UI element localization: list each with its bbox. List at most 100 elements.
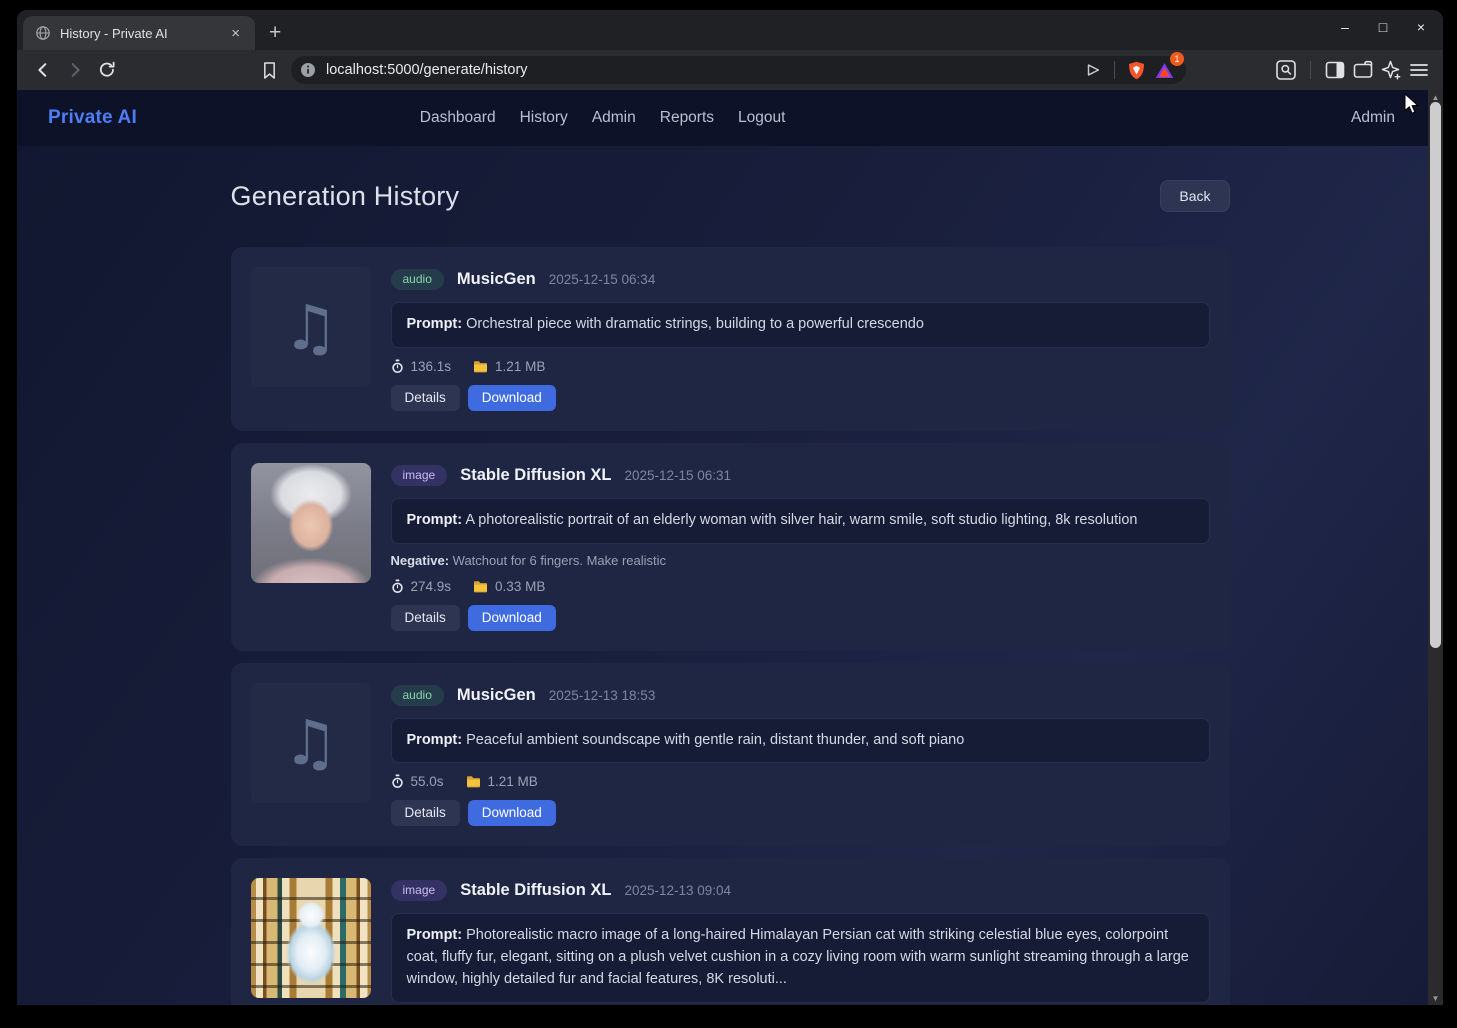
scroll-down-icon[interactable]: ▼ xyxy=(1432,991,1440,1005)
prompt-text: Peaceful ambient soundscape with gentle … xyxy=(466,732,964,748)
prompt-label: Prompt: xyxy=(407,512,463,528)
nav-user-admin[interactable]: Admin xyxy=(1351,109,1395,127)
globe-favicon-icon xyxy=(35,25,51,41)
type-badge: audio xyxy=(391,685,444,706)
generation-card: ♫ audio MusicGen 2025-12-13 18:53 Prompt… xyxy=(231,663,1230,847)
prompt-box: Prompt: Orchestral piece with dramatic s… xyxy=(391,302,1210,348)
nav-link-reports[interactable]: Reports xyxy=(660,109,714,127)
site-info-icon[interactable] xyxy=(300,62,316,78)
tab-strip: History - Private AI × + – □ × xyxy=(17,10,1443,50)
window-minimize-button[interactable]: – xyxy=(1337,19,1353,35)
file-size-value: 0.33 MB xyxy=(495,579,545,594)
scrollbar-thumb[interactable] xyxy=(1430,102,1441,648)
reload-icon[interactable] xyxy=(93,56,121,84)
prompt-text: A photorealistic portrait of an elderly … xyxy=(465,512,1137,528)
brand-logo[interactable]: Private AI xyxy=(48,107,137,129)
url-text: localhost:5000/generate/history xyxy=(326,62,1079,78)
duration-value: 55.0s xyxy=(411,774,444,789)
nav-link-admin[interactable]: Admin xyxy=(592,109,636,127)
negative-label: Negative: xyxy=(391,553,450,568)
sidebar-icon[interactable] xyxy=(1321,56,1349,84)
timestamp: 2025-12-15 06:34 xyxy=(549,272,656,287)
brave-rewards-icon[interactable]: 1 xyxy=(1150,56,1178,84)
details-button[interactable]: Details xyxy=(391,800,460,826)
download-button[interactable]: Download xyxy=(468,605,556,631)
timestamp: 2025-12-13 18:53 xyxy=(549,688,656,703)
model-name: MusicGen xyxy=(457,686,536,705)
wallet-icon[interactable] xyxy=(1349,56,1377,84)
timestamp: 2025-12-13 09:04 xyxy=(624,883,731,898)
details-button[interactable]: Details xyxy=(391,605,460,631)
download-button[interactable]: Download xyxy=(468,385,556,411)
stopwatch-icon xyxy=(391,579,404,594)
type-badge: image xyxy=(391,465,448,486)
folder-icon xyxy=(473,360,488,373)
bookmark-icon[interactable] xyxy=(255,56,283,84)
mouse-cursor xyxy=(1404,93,1421,115)
site-navbar: Private AI Dashboard History Admin Repor… xyxy=(17,90,1443,146)
stopwatch-icon xyxy=(391,774,404,789)
menu-icon[interactable] xyxy=(1405,56,1433,84)
prompt-box: Prompt: A photorealistic portrait of an … xyxy=(391,498,1210,544)
prompt-label: Prompt: xyxy=(407,316,463,332)
type-badge: image xyxy=(391,880,448,901)
generation-card: ♫ audio MusicGen 2025-12-15 06:34 Prompt… xyxy=(231,247,1230,431)
leo-ai-icon[interactable] xyxy=(1377,56,1405,84)
window-maximize-button[interactable]: □ xyxy=(1375,19,1391,35)
new-tab-button[interactable]: + xyxy=(269,21,281,45)
meta-row: 55.0s 1.21 MB xyxy=(391,774,1210,789)
brave-shield-icon[interactable] xyxy=(1122,56,1150,84)
negative-text: Watchout for 6 fingers. Make realistic xyxy=(453,553,666,568)
stopwatch-icon xyxy=(391,359,404,374)
meta-row: 274.9s 0.33 MB xyxy=(391,579,1210,594)
download-button[interactable]: Download xyxy=(468,800,556,826)
model-name: MusicGen xyxy=(457,270,536,289)
tab-title: History - Private AI xyxy=(60,26,217,41)
share-icon[interactable] xyxy=(1079,56,1107,84)
nav-links: Dashboard History Admin Reports Logout xyxy=(420,109,786,127)
back-icon[interactable] xyxy=(29,56,57,84)
prompt-label: Prompt: xyxy=(407,927,463,943)
prompt-text: Photorealistic macro image of a long-hai… xyxy=(407,927,1189,987)
nav-link-logout[interactable]: Logout xyxy=(738,109,785,127)
music-note-thumbnail[interactable]: ♫ xyxy=(251,267,371,387)
music-note-thumbnail[interactable]: ♫ xyxy=(251,683,371,803)
negative-row: Negative: Watchout for 6 fingers. Make r… xyxy=(391,553,1210,568)
find-in-page-icon[interactable] xyxy=(1272,56,1300,84)
window-close-button[interactable]: × xyxy=(1413,19,1429,35)
details-button[interactable]: Details xyxy=(391,385,460,411)
web-page: Private AI Dashboard History Admin Repor… xyxy=(17,90,1443,1005)
nav-link-history[interactable]: History xyxy=(520,109,568,127)
forward-icon[interactable] xyxy=(61,56,89,84)
duration-value: 136.1s xyxy=(411,359,452,374)
browser-window: History - Private AI × + – □ × localhost… xyxy=(17,10,1443,1005)
prompt-text: Orchestral piece with dramatic strings, … xyxy=(466,316,924,332)
file-size-value: 1.21 MB xyxy=(488,774,538,789)
model-name: Stable Diffusion XL xyxy=(460,881,611,900)
browser-toolbar: localhost:5000/generate/history 1 xyxy=(17,50,1443,90)
rewards-badge: 1 xyxy=(1170,52,1184,66)
file-size-value: 1.21 MB xyxy=(495,359,545,374)
nav-link-dashboard[interactable]: Dashboard xyxy=(420,109,496,127)
prompt-box: Prompt: Peaceful ambient soundscape with… xyxy=(391,718,1210,764)
folder-icon xyxy=(473,580,488,593)
cards-list: ♫ audio MusicGen 2025-12-15 06:34 Prompt… xyxy=(231,247,1230,1005)
generation-card: image Stable Diffusion XL 2025-12-15 06:… xyxy=(231,443,1230,651)
generation-card: image Stable Diffusion XL 2025-12-13 09:… xyxy=(231,858,1230,1005)
back-button[interactable]: Back xyxy=(1160,180,1229,212)
thumbnail[interactable] xyxy=(251,463,371,583)
close-tab-icon[interactable]: × xyxy=(226,24,245,43)
prompt-label: Prompt: xyxy=(407,732,463,748)
timestamp: 2025-12-15 06:31 xyxy=(624,468,731,483)
browser-tab[interactable]: History - Private AI × xyxy=(23,16,255,50)
folder-icon xyxy=(466,775,481,788)
model-name: Stable Diffusion XL xyxy=(460,466,611,485)
url-bar[interactable]: localhost:5000/generate/history 1 xyxy=(291,56,1186,84)
prompt-box: Prompt: Photorealistic macro image of a … xyxy=(391,913,1210,1002)
thumbnail[interactable] xyxy=(251,878,371,998)
scrollbar[interactable]: ▲ ▼ xyxy=(1428,90,1443,1005)
type-badge: audio xyxy=(391,269,444,290)
meta-row: 136.1s 1.21 MB xyxy=(391,359,1210,374)
duration-value: 274.9s xyxy=(411,579,452,594)
page-title: Generation History xyxy=(231,181,460,212)
